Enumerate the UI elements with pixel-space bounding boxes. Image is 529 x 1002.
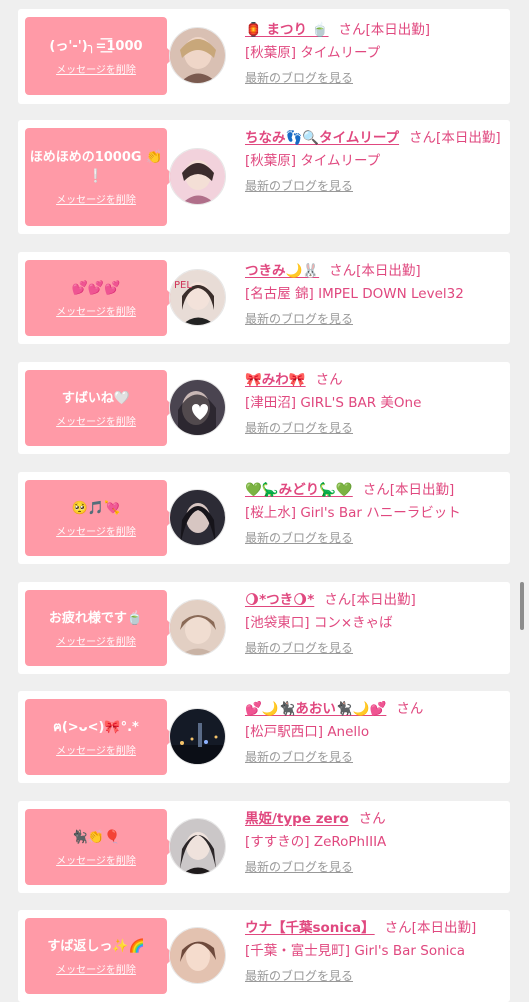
message-bubble: 🥺🎵💘 メッセージを削除: [25, 480, 175, 556]
message-text: (っ'-')╮=͟͟͞͞1000: [49, 38, 143, 54]
status-label: [本日出勤]: [389, 482, 455, 498]
honorific: さん: [338, 22, 366, 38]
honorific: さん: [409, 130, 437, 146]
user-name-link[interactable]: ちなみ👣🔍タイムリープ: [245, 130, 399, 146]
list-item: ฅ(>ᴗ<)🎀°.* メッセージを削除 💕🌙🐈‍⬛あおい🐈‍⬛🌙💕 さん [松戸駅…: [18, 691, 510, 783]
shop-label: [池袋東口] コン×きゃば: [245, 615, 393, 631]
status-label: [本日出勤]: [365, 22, 431, 38]
shop-label: [名古屋 錦] IMPEL DOWN Level32: [245, 286, 464, 302]
honorific: さん: [384, 920, 412, 936]
list-item: (っ'-')╮=͟͟͞͞1000 メッセージを削除 🏮 まつり 🍵 さん[本日出勤…: [18, 9, 510, 104]
latest-blog-link[interactable]: 最新のブログを見る: [245, 310, 353, 327]
shop-label: [すすきの] ZeRoPhIIIA: [245, 834, 387, 850]
delete-message-link[interactable]: メッセージを削除: [56, 191, 136, 206]
user-name-link[interactable]: 🌖*つき🌖*: [245, 592, 314, 608]
avatar[interactable]: [169, 489, 226, 546]
shop-label: [松戸駅西口] Anello: [245, 724, 370, 740]
message-text: ฅ(>ᴗ<)🎀°.*: [53, 719, 139, 735]
list-item: ほめほめの1000G 👏❕ メッセージを削除 ちなみ👣🔍タイムリープ さん[本日出…: [18, 120, 510, 234]
shop-label: [秋葉原] タイムリープ: [245, 153, 381, 169]
avatar[interactable]: PEL: [169, 269, 226, 326]
honorific: さん: [358, 811, 386, 827]
avatar[interactable]: [169, 27, 226, 84]
honorific: さん: [324, 592, 352, 608]
latest-blog-link[interactable]: 最新のブログを見る: [245, 967, 353, 984]
shop-label: [秋葉原] タイムリープ: [245, 45, 381, 61]
message-bubble: (っ'-')╮=͟͟͞͞1000 メッセージを削除: [25, 17, 175, 95]
delete-message-link[interactable]: メッセージを削除: [56, 852, 136, 867]
avatar[interactable]: [169, 708, 226, 765]
delete-message-link[interactable]: メッセージを削除: [56, 303, 136, 318]
message-text: 🥺🎵💘: [71, 500, 121, 516]
message-bubble: 🐈‍⬛👏🎈 メッセージを削除: [25, 809, 175, 885]
message-text: 💕💕💕: [71, 280, 121, 296]
status-label: [本日出勤]: [411, 920, 477, 936]
list-item: 💕💕💕 メッセージを削除 PEL つきみ🌙🐰 さん[本日出勤] [名古屋 錦] I…: [18, 252, 510, 344]
avatar[interactable]: [169, 379, 226, 436]
latest-blog-link[interactable]: 最新のブログを見る: [245, 419, 353, 436]
list-item: 🥺🎵💘 メッセージを削除 💚🦕みどり🦕💚 さん[本日出勤] [桜上水] Girl'…: [18, 472, 510, 564]
delete-message-link[interactable]: メッセージを削除: [56, 523, 136, 538]
message-bubble: すば返しっ✨🌈 メッセージを削除: [25, 918, 175, 994]
shop-label: [桜上水] Girl's Bar ハニーラビット: [245, 505, 461, 521]
latest-blog-link[interactable]: 最新のブログを見る: [245, 177, 353, 194]
user-name-link[interactable]: ウナ【千葉sonica】: [245, 920, 375, 936]
honorific: さん: [329, 263, 357, 279]
latest-blog-link[interactable]: 最新のブログを見る: [245, 639, 353, 656]
message-text: お疲れ様です🍵: [48, 610, 144, 626]
user-name-link[interactable]: つきみ🌙🐰: [245, 263, 319, 279]
message-bubble: ฅ(>ᴗ<)🎀°.* メッセージを削除: [25, 699, 175, 775]
shop-label: [津田沼] GIRL'S BAR 美One: [245, 395, 422, 411]
message-text: すばいね🤍: [61, 390, 131, 406]
user-name-link[interactable]: 💚🦕みどり🦕💚: [245, 482, 353, 498]
list-item: お疲れ様です🍵 メッセージを削除 🌖*つき🌖* さん[本日出勤] [池袋東口] コ…: [18, 582, 510, 674]
avatar[interactable]: [169, 818, 226, 875]
delete-message-link[interactable]: メッセージを削除: [56, 61, 136, 76]
delete-message-link[interactable]: メッセージを削除: [56, 742, 136, 757]
user-name-link[interactable]: 黒姫/type zero: [245, 811, 349, 827]
delete-message-link[interactable]: メッセージを削除: [56, 633, 136, 648]
user-name-link[interactable]: 🎀みわ🎀: [245, 372, 306, 388]
status-label: [本日出勤]: [351, 592, 416, 608]
message-bubble: すばいね🤍 メッセージを削除: [25, 370, 175, 446]
delete-message-link[interactable]: メッセージを削除: [56, 961, 136, 976]
list-item: すば返しっ✨🌈 メッセージを削除 ウナ【千葉sonica】 さん[本日出勤] [千…: [18, 910, 510, 1002]
svg-text:PEL: PEL: [174, 280, 192, 291]
honorific: さん: [315, 372, 343, 388]
message-bubble: お疲れ様です🍵 メッセージを削除: [25, 590, 175, 666]
latest-blog-link[interactable]: 最新のブログを見る: [245, 858, 353, 875]
latest-blog-link[interactable]: 最新のブログを見る: [245, 69, 353, 86]
message-text: 🐈‍⬛👏🎈: [71, 829, 121, 845]
status-label: [本日出勤]: [436, 130, 501, 146]
user-name-link[interactable]: 💕🌙🐈‍⬛あおい🐈‍⬛🌙💕: [245, 701, 386, 717]
avatar[interactable]: [169, 599, 226, 656]
message-bubble: ほめほめの1000G 👏❕ メッセージを削除: [25, 128, 175, 226]
honorific: さん: [396, 701, 424, 717]
scrollbar[interactable]: [520, 582, 524, 630]
message-text: ほめほめの1000G 👏❕: [29, 150, 163, 184]
avatar[interactable]: [169, 148, 226, 205]
message-text: すば返しっ✨🌈: [47, 938, 145, 954]
status-label: [本日出勤]: [356, 263, 421, 279]
honorific: さん: [362, 482, 390, 498]
delete-message-link[interactable]: メッセージを削除: [56, 413, 136, 428]
shop-label: [千葉・富士見町] Girl's Bar Sonica: [245, 943, 466, 959]
list-item: 🐈‍⬛👏🎈 メッセージを削除 黒姫/type zero さん [すすきの] ZeR…: [18, 801, 510, 893]
latest-blog-link[interactable]: 最新のブログを見る: [245, 748, 353, 765]
list-item: すばいね🤍 メッセージを削除 🎀みわ🎀 さん [津田沼] GIRL'S BAR 美…: [18, 362, 510, 454]
latest-blog-link[interactable]: 最新のブログを見る: [245, 529, 353, 546]
message-bubble: 💕💕💕 メッセージを削除: [25, 260, 175, 336]
avatar[interactable]: [169, 927, 226, 984]
user-name-link[interactable]: 🏮 まつり 🍵: [245, 22, 329, 38]
